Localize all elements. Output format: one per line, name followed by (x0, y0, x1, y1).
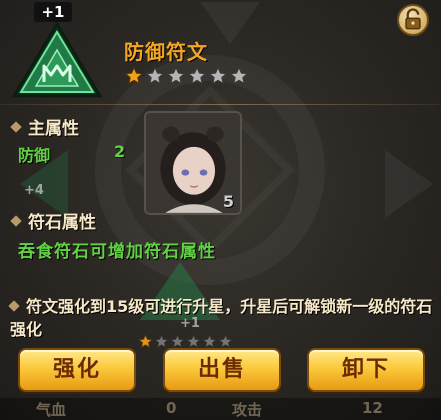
star-empty-icon (166, 66, 186, 85)
star-filled-icon (124, 66, 144, 85)
rune-detail-panel: +4 +1 +1 防御符文 主属性 防御 2 5 符石属性 吞食符石可增加符石属… (0, 0, 441, 420)
green-triangle-rune-icon (11, 21, 103, 98)
upgrade-note-text: 符文强化到15级可进行升星，升星后可解锁新一级的符石强化 (10, 297, 433, 339)
ghost-left-level: +4 (24, 183, 44, 198)
rune-star-rating (124, 66, 249, 86)
lock-button[interactable] (397, 4, 429, 36)
rune-attr-heading: 符石属性 (12, 208, 96, 233)
main-attr-heading: 主属性 (12, 114, 79, 139)
main-attr-value: 2 (114, 142, 126, 161)
rune-icon (10, 20, 104, 100)
upgrade-note: 符文强化到15级可进行升星，升星后可解锁新一级的符石强化 (10, 295, 435, 341)
bg-value-attack: 12 (362, 399, 383, 417)
main-attr-name: 防御 (18, 146, 51, 165)
ghost-rune-top (200, 2, 260, 44)
unload-button[interactable]: 卸下 (307, 348, 425, 392)
enhance-button[interactable]: 强化 (18, 348, 136, 392)
lock-icon (405, 8, 421, 30)
ghost-rune-right (385, 150, 433, 218)
background-stat-bar: 气血 0 攻击 12 (0, 398, 441, 420)
sell-button[interactable]: 出售 (163, 348, 281, 392)
rune-stone-portrait[interactable]: 5 (144, 111, 242, 215)
star-empty-icon (208, 66, 228, 85)
bg-label-hp: 气血 (36, 401, 67, 419)
bg-value-hp: 0 (166, 399, 177, 417)
star-empty-icon (145, 66, 165, 85)
rune-attr-description: 吞食符石可增加符石属性 (18, 242, 216, 262)
star-empty-icon (229, 66, 249, 85)
portrait-count: 5 (222, 192, 234, 211)
star-empty-icon (187, 66, 207, 85)
header-divider (0, 104, 441, 105)
rune-level-badge: +1 (34, 2, 72, 22)
bg-label-attack: 攻击 (232, 401, 263, 419)
rune-title: 防御符文 (124, 40, 208, 64)
